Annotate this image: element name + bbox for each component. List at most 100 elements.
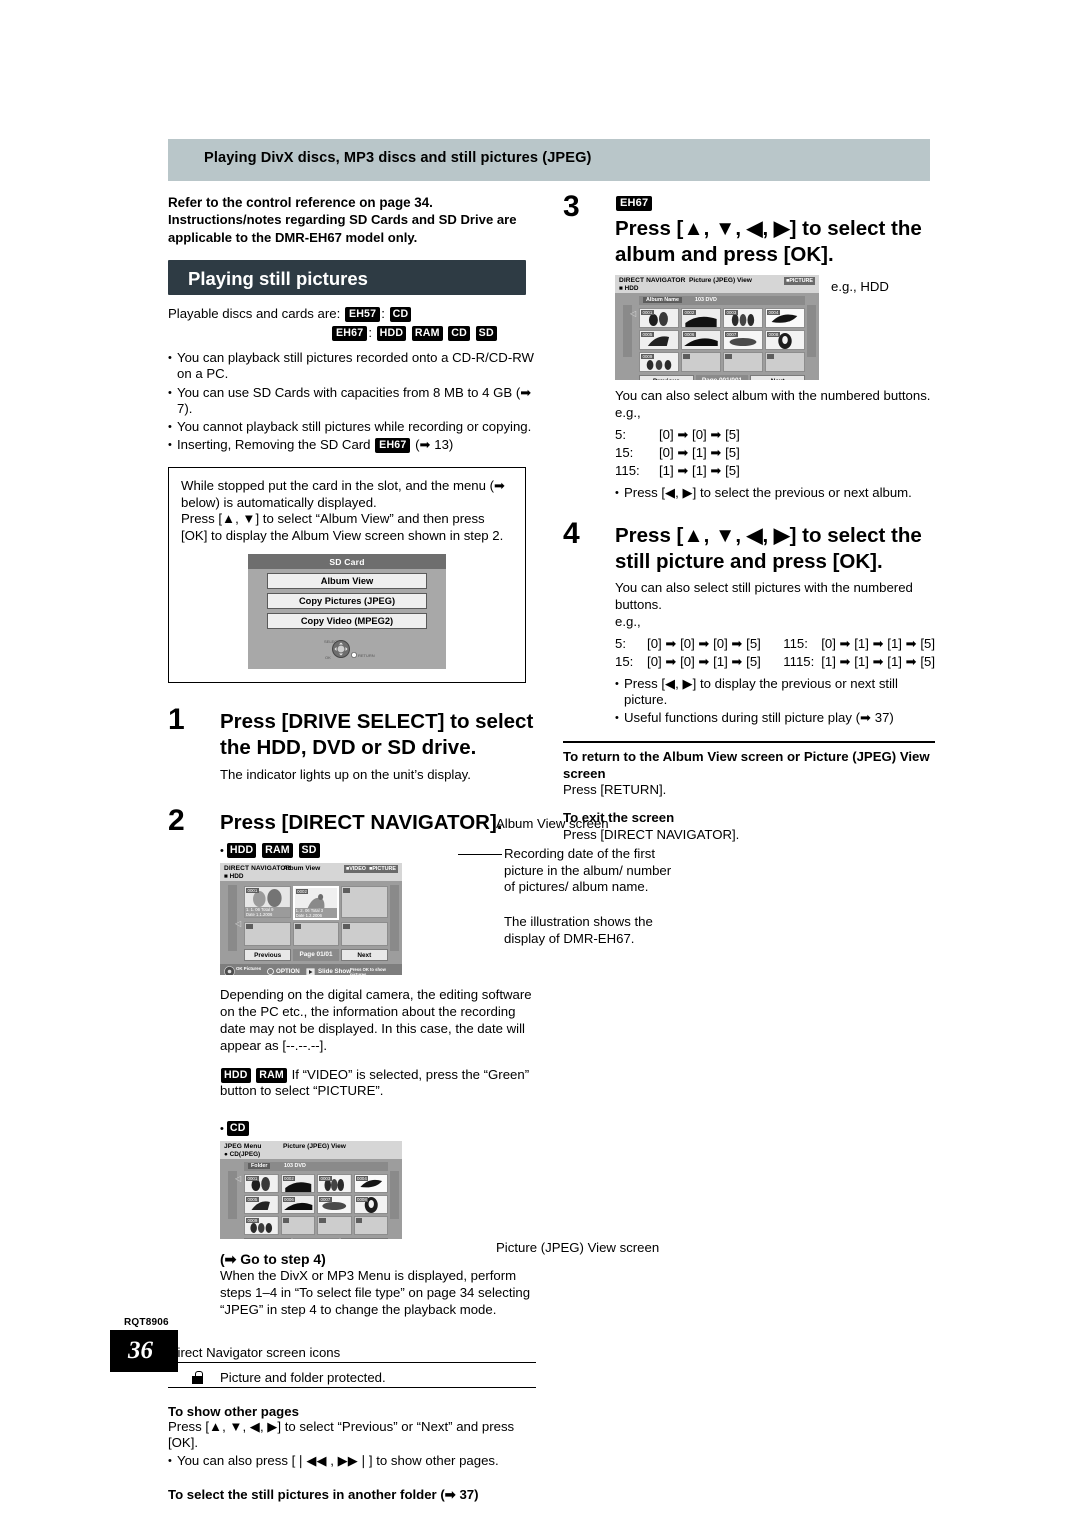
thumb-index: 0002 (295, 889, 309, 895)
album-name-label: Album Name (643, 297, 682, 303)
num-seq: [1] ➡ [1] ➡ [5] (659, 462, 740, 478)
num-key: 15: (615, 653, 634, 669)
page-indicator: Page 001/001 (293, 1238, 339, 1240)
step-3: 3 EH67 Press [▲, ▼, ◀, ▶] to select the … (563, 190, 935, 502)
picture-thumb[interactable]: 0003 (317, 1174, 352, 1194)
bullet-sd-pre: Inserting, Removing the SD Card (177, 437, 375, 453)
eg-hdd-label: e.g., HDD (831, 279, 889, 294)
step-4-bullet: Press [◀, ▶] to display the previous or … (615, 676, 935, 709)
next-button[interactable]: Next (340, 1238, 388, 1240)
previous-button[interactable]: Previous (244, 1238, 292, 1240)
jpeg-menu-screen-mock: JPEG Menu Picture (JPEG) View ● CD(JPEG)… (220, 1141, 402, 1240)
intro-line-2: Instructions/notes regarding SD Cards an… (168, 212, 517, 228)
exit-block-title: To exit the screen (563, 810, 675, 826)
exit-block-body: Press [DIRECT NAVIGATOR]. (563, 827, 740, 843)
next-button[interactable]: Next (750, 375, 806, 380)
left-arrow-icon: ◁ (235, 1174, 242, 1184)
picture-thumb[interactable]: 0005 (244, 1195, 279, 1215)
picture-thumb-empty[interactable] (681, 352, 721, 372)
svg-text:OK: OK (325, 655, 331, 660)
previous-button[interactable]: Previous (244, 949, 292, 962)
thumb-index (343, 924, 350, 930)
screen-drive-label: ● CD(JPEG) (224, 1150, 261, 1158)
disc-badge-hdd-2: HDD (226, 843, 257, 859)
disc-badge-ram-3: RAM (256, 1067, 287, 1083)
num-key: 5: (615, 635, 626, 651)
next-button[interactable]: Next (340, 949, 388, 962)
bottom-ok-label: OK Pictures (236, 966, 262, 972)
step-3-number-table: 5: [0] ➡ [0] ➡ [5] 15: [0] ➡ [1] ➡ [5] 115… (615, 426, 740, 480)
album-view-bottom-bar: OK Pictures OPTION Slide Show Press OK t… (220, 964, 402, 976)
table-row: 5: [0] ➡ [0] ➡ [5] (615, 426, 740, 444)
svg-text:RETURN: RETURN (358, 653, 375, 658)
step-2: 2 Press [DIRECT NAVIGATOR]. • HDD RAM SD … (168, 804, 671, 1319)
bullet-item: You cannot playback still pictures while… (168, 419, 536, 436)
picture-thumb[interactable]: 0004 (353, 1174, 388, 1194)
album-thumb-empty[interactable] (244, 922, 291, 947)
picture-thumb[interactable]: 0001 (639, 308, 679, 328)
step-4-number: 4 (563, 517, 580, 551)
divider (168, 1361, 536, 1363)
bullet-item: You can use SD Cards with capacities fro… (168, 385, 536, 418)
picture-thumb[interactable]: 0008 (353, 1195, 388, 1215)
screen-title-left: JPEG Menu (224, 1142, 262, 1150)
picture-thumb-empty[interactable] (353, 1216, 388, 1236)
picture-thumb[interactable]: 0008 (765, 330, 805, 350)
sd-menu-item-copy-video[interactable]: Copy Video (MPEG2) (267, 613, 427, 630)
direct-navigator-screen-mock: DIRECT NAVIGATOR Picture (JPEG) View ■ H… (615, 275, 819, 380)
album-thumb-selected[interactable]: 0002 1. 2. 06 Total 3 Date 1.2.2006 (292, 886, 340, 921)
picture-thumb[interactable]: 0006 (280, 1195, 315, 1215)
picture-thumbnail-grid: 0001 0002 0003 0004 0005 0006 0007 0008 … (639, 308, 805, 372)
note-paragraph-2: Press [▲, ▼] to select “Album View” and … (181, 511, 504, 544)
num-key: 1115: (783, 653, 815, 669)
album-thumb-empty[interactable] (292, 922, 340, 947)
return-block-body: Press [RETURN]. (563, 782, 667, 798)
sd-menu-item-copy-pictures[interactable]: Copy Pictures (JPEG) (267, 593, 427, 610)
step-3-numbered-intro: You can also select album with the numbe… (615, 388, 931, 403)
num-seq: [0] ➡ [1] ➡ [1] ➡ [5] (821, 635, 935, 651)
picture-thumb[interactable]: 0005 (639, 330, 679, 350)
album-thumb-empty[interactable] (341, 922, 388, 947)
sd-card-note-box: While stopped put the card in the slot, … (168, 466, 526, 684)
play-icon (306, 967, 315, 976)
page-indicator: Page 001/001 (695, 375, 749, 380)
step-3-bullet: Press [◀, ▶] to select the previous or n… (615, 485, 935, 502)
thumb-index (246, 924, 253, 930)
picture-thumb-empty[interactable] (765, 352, 805, 372)
picture-thumb[interactable]: 0001 (244, 1174, 279, 1194)
step-1-subtext: The indicator lights up on the unit’s di… (220, 767, 471, 783)
goto-step-heading: (➡ Go to step 4) (220, 1251, 326, 1268)
step-4-numbered-intro: You can also select still pictures with … (615, 580, 913, 612)
picture-thumb[interactable]: 0006 (681, 330, 721, 350)
right-side-column (807, 305, 816, 357)
picture-thumb[interactable]: 0004 (765, 308, 805, 328)
step-3-eg: e.g., (615, 404, 641, 420)
bottom-option-label[interactable]: OPTION (276, 968, 300, 975)
picture-thumb[interactable]: 0003 (723, 308, 763, 328)
dn-icons-title: Direct Navigator screen icons (168, 1344, 341, 1360)
picture-thumb-empty[interactable] (723, 352, 763, 372)
album-thumb[interactable]: 0001 1. 1. 06 Total 9 Date 1.1.2006 (244, 886, 291, 919)
screen-drive-label: ■ HDD (224, 872, 244, 880)
bottom-slideshow-label[interactable]: Slide Show (318, 968, 351, 975)
picture-thumb[interactable]: 0009 (639, 352, 679, 372)
album-view-screen-mock: DIRECT NAVIGATOR Album View ■ HDD ■VIDEO… (220, 863, 402, 976)
picture-thumb-empty[interactable] (317, 1216, 352, 1236)
step-4-bullet: Useful functions during still picture pl… (615, 710, 935, 727)
step-1-number: 1 (168, 703, 185, 737)
picture-thumb[interactable]: 0009 (244, 1216, 279, 1236)
picture-thumbnail-grid: 0001 0002 0003 0004 0005 0006 0007 0008 … (244, 1174, 388, 1236)
num-key: 5: (615, 426, 626, 442)
picture-thumb[interactable]: 0002 (681, 308, 721, 328)
goto-step-body: When the DivX or MP3 Menu is displayed, … (220, 1268, 531, 1317)
intro-line-3: applicable to the DMR-EH67 model only. (168, 229, 418, 245)
picture-thumb-empty[interactable] (280, 1216, 315, 1236)
sd-menu-item-album-view[interactable]: Album View (267, 573, 427, 590)
step-2-disc-badges: • HDD RAM SD (220, 842, 536, 859)
picture-thumb[interactable]: 0002 (280, 1174, 315, 1194)
album-thumb-empty[interactable] (341, 886, 388, 919)
picture-thumb[interactable]: 0007 (317, 1195, 352, 1215)
video-picture-note: HDD RAM If “VIDEO” is selected, press th… (220, 1067, 536, 1101)
picture-thumb[interactable]: 0007 (723, 330, 763, 350)
previous-button[interactable]: Previous (639, 375, 694, 380)
